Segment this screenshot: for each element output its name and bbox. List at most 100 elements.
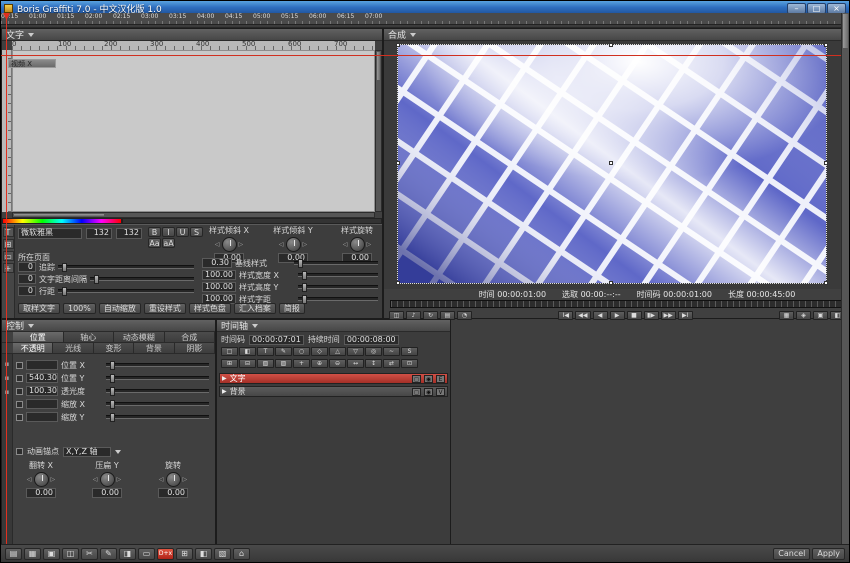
selection-handle[interactable] xyxy=(609,281,613,285)
dial-value[interactable]: 0.00 xyxy=(92,488,122,498)
anchor-checkbox[interactable] xyxy=(16,448,23,455)
param-value-box[interactable]: 100.00 xyxy=(202,270,236,280)
param-value-box[interactable]: 0 xyxy=(18,274,36,284)
timeline-tool-icon[interactable]: ⊕ xyxy=(311,359,328,368)
dial-increment-icon[interactable]: ▷ xyxy=(117,476,122,483)
font-size-field[interactable]: 132 xyxy=(86,228,112,239)
window-control-button[interactable]: × xyxy=(827,3,846,14)
selection-handle[interactable] xyxy=(824,43,828,47)
text-tool-icon[interactable]: ▭ xyxy=(3,251,14,261)
text-edit-canvas[interactable] xyxy=(12,50,375,212)
cancel-button[interactable]: Cancel xyxy=(773,548,810,560)
timeline-tool-icon[interactable]: ⇄ xyxy=(383,359,400,368)
dial-increment-icon[interactable]: ▷ xyxy=(239,241,244,248)
text-panel-action-button[interactable]: 重设样式 xyxy=(144,303,186,314)
dial-decrement-icon[interactable]: ◁ xyxy=(159,476,164,483)
chevron-down-icon[interactable] xyxy=(28,324,34,328)
timeline-tool-icon[interactable]: ✎ xyxy=(275,347,292,356)
video-clip[interactable]: 视频 X xyxy=(8,59,56,68)
param-slider[interactable] xyxy=(106,389,209,393)
param-value-box[interactable]: 0 xyxy=(18,286,36,296)
footer-tool-icon[interactable]: ▦ xyxy=(24,548,41,560)
footer-tool-icon[interactable]: D+x xyxy=(157,548,174,560)
playback-button[interactable]: ◀◀ xyxy=(575,311,590,320)
dial-increment-icon[interactable]: ▷ xyxy=(183,476,188,483)
selection-handle[interactable] xyxy=(609,43,613,47)
transport-view-icon[interactable]: ▦ xyxy=(779,311,794,320)
param-slider[interactable] xyxy=(106,402,209,406)
footer-tool-icon[interactable]: ◫ xyxy=(62,548,79,560)
selection-handle[interactable] xyxy=(396,161,400,165)
playhead-line[interactable] xyxy=(6,13,7,556)
footer-tool-icon[interactable]: ⌂ xyxy=(233,548,250,560)
param-slider[interactable] xyxy=(90,277,194,281)
timeline-panel-header[interactable]: 时间轴 xyxy=(217,320,450,332)
dial-increment-icon[interactable]: ▷ xyxy=(367,241,372,248)
param-value-box[interactable] xyxy=(26,360,58,370)
footer-tool-icon[interactable]: ▣ xyxy=(43,548,60,560)
duration-value[interactable]: 00:00:08:00 xyxy=(344,335,399,345)
dial-decrement-icon[interactable]: ◁ xyxy=(215,241,220,248)
track-row-text[interactable]: ▶ 文字 ◻ ◉ E xyxy=(219,373,448,384)
transport-view-icon[interactable]: ◈ xyxy=(796,311,811,320)
timeline-tool-icon[interactable]: ▨ xyxy=(275,359,292,368)
control-subtab[interactable]: 阴影 xyxy=(175,343,215,353)
text-tool-icon[interactable]: ⊞ xyxy=(3,239,14,249)
timeline-tool-icon[interactable]: ↔ xyxy=(347,359,364,368)
timeline-tool-icon[interactable]: + xyxy=(293,359,310,368)
track-mode-icon[interactable]: E xyxy=(436,375,445,383)
apply-button[interactable]: Apply xyxy=(812,548,845,560)
track-lock-icon[interactable]: ◉ xyxy=(424,375,433,383)
timeline-tool-icon[interactable]: ▧ xyxy=(257,359,274,368)
text-panel-action-button[interactable]: 简报 xyxy=(279,303,305,314)
footer-tool-icon[interactable]: ◧ xyxy=(195,548,212,560)
transport-view-icon[interactable]: ▣ xyxy=(813,311,828,320)
dial-increment-icon[interactable]: ▷ xyxy=(51,476,56,483)
font-style-button[interactable]: U xyxy=(176,227,189,237)
track-row-background[interactable]: ▶ 背景 ◻ ◉ V xyxy=(219,386,448,397)
timeline-tool-icon[interactable]: ◇ xyxy=(311,347,328,356)
timeline-tool-icon[interactable]: T xyxy=(257,347,274,356)
playback-button[interactable]: ■ xyxy=(627,311,642,320)
control-subtab[interactable]: 背景 xyxy=(134,343,174,353)
chevron-down-icon[interactable] xyxy=(252,324,258,328)
selection-handle[interactable] xyxy=(824,161,828,165)
window-control-button[interactable]: – xyxy=(787,3,806,14)
playback-button[interactable]: I◀ xyxy=(558,311,573,320)
chevron-down-icon[interactable] xyxy=(115,450,121,454)
playback-button[interactable]: ▶ xyxy=(610,311,625,320)
text-tool-icon[interactable]: + xyxy=(3,263,14,273)
text-case-button[interactable]: aA xyxy=(162,238,175,248)
text-panel-action-button[interactable]: 样式色盘 xyxy=(189,303,231,314)
track-lock-icon[interactable]: ◉ xyxy=(424,388,433,396)
dial-decrement-icon[interactable]: ◁ xyxy=(279,241,284,248)
param-slider[interactable] xyxy=(58,265,194,269)
footer-tool-icon[interactable]: ▭ xyxy=(138,548,155,560)
timeline-tool-icon[interactable]: ▽ xyxy=(347,347,364,356)
dial-knob[interactable] xyxy=(100,472,115,487)
dial-value[interactable]: 0.00 xyxy=(26,488,56,498)
text-tool-icon[interactable]: T xyxy=(3,227,14,237)
text-panel-header[interactable]: 文字 xyxy=(2,29,382,41)
selection-handle[interactable] xyxy=(396,43,400,47)
dial-decrement-icon[interactable]: ◁ xyxy=(27,476,32,483)
chevron-down-icon[interactable] xyxy=(410,33,416,37)
param-value-box[interactable] xyxy=(26,399,58,409)
dial-increment-icon[interactable]: ▷ xyxy=(303,241,308,248)
timeline-tool-icon[interactable]: ~ xyxy=(383,347,400,356)
playback-button[interactable]: ▶▶ xyxy=(661,311,676,320)
canvas-vertical-scrollbar[interactable] xyxy=(375,50,382,212)
track-mode-icon[interactable]: V xyxy=(436,388,445,396)
param-value-box[interactable]: 100.30 xyxy=(26,386,58,396)
param-slider[interactable] xyxy=(298,285,378,289)
track-expand-icon[interactable]: ▶ xyxy=(222,388,227,395)
param-value-box[interactable]: 0 xyxy=(18,262,36,272)
dial-knob[interactable] xyxy=(34,472,49,487)
control-tab[interactable]: 合成 xyxy=(165,332,216,342)
footer-tool-icon[interactable]: ▤ xyxy=(5,548,22,560)
param-value-box[interactable]: 540.30 xyxy=(26,373,58,383)
track-visibility-icon[interactable]: ◻ xyxy=(412,375,421,383)
composite-panel-header[interactable]: 合成 xyxy=(384,29,850,41)
timeline-tool-icon[interactable]: ⊡ xyxy=(401,359,418,368)
playback-button[interactable]: ▶I xyxy=(678,311,693,320)
